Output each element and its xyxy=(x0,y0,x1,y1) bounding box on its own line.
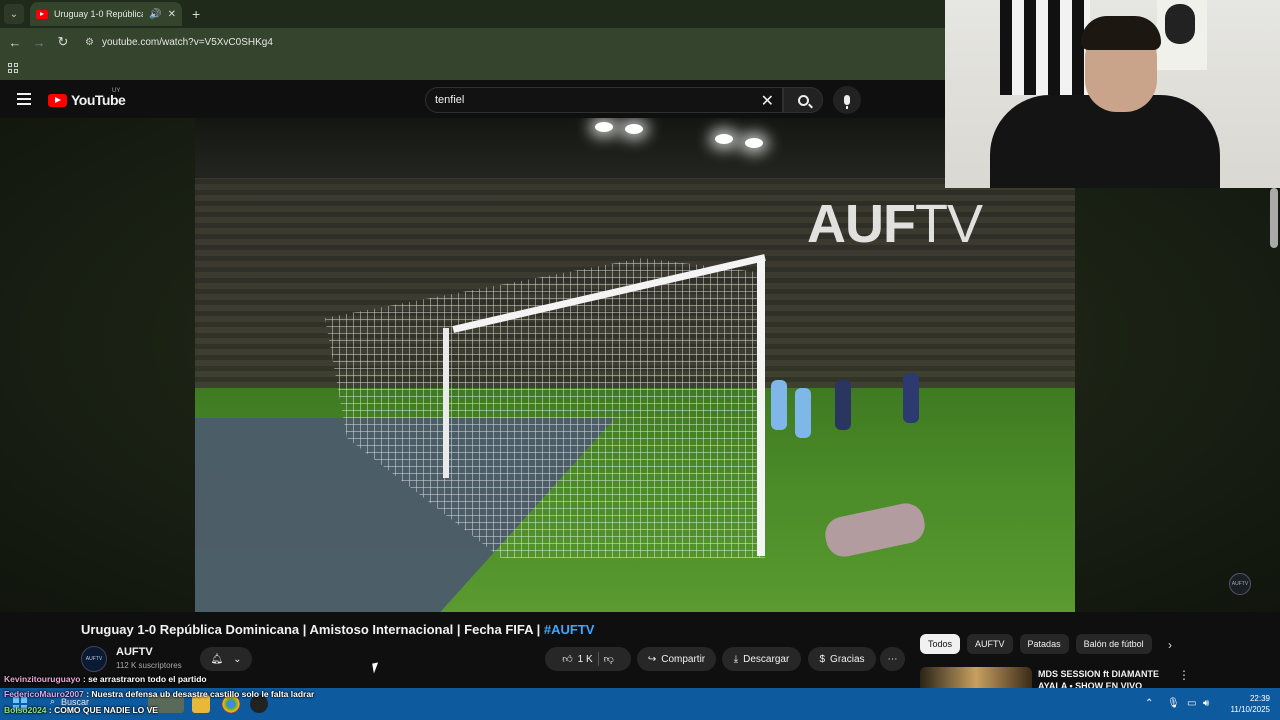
bookmarks-bar xyxy=(0,56,945,80)
apps-icon[interactable] xyxy=(8,63,18,73)
chip-patadas[interactable]: Patadas xyxy=(1019,634,1069,654)
clock-time: 22:39 xyxy=(1249,694,1270,703)
video-player-area[interactable]: AUFTV AUFTV xyxy=(0,118,1280,612)
hashtag-link[interactable]: #AUFTV xyxy=(544,622,595,637)
menu-icon[interactable] xyxy=(17,93,31,105)
chat-message: Kevinzitouruguayo : se arrastraron todo … xyxy=(4,674,207,684)
like-icon[interactable]: 👍︎ xyxy=(562,653,572,665)
tab-list-icon[interactable]: ⌄ xyxy=(4,4,24,24)
voice-search-button[interactable] xyxy=(833,86,861,114)
back-icon[interactable]: ← xyxy=(3,35,27,50)
video-frame[interactable]: AUFTV xyxy=(195,118,1075,612)
video-title: Uruguay 1-0 República Dominicana | Amist… xyxy=(81,622,594,637)
chevron-right-icon[interactable]: › xyxy=(1168,638,1172,652)
chip-balon[interactable]: Balón de fútbol xyxy=(1075,634,1152,654)
related-video-title[interactable]: MDS SESSION ft DIAMANTE AYALA • SHOW EN … xyxy=(1038,668,1168,690)
tray-expand-icon[interactable]: ⌃ xyxy=(1145,698,1153,709)
mouse-cursor-icon xyxy=(372,662,380,674)
youtube-play-icon xyxy=(48,93,67,107)
clock-date: 11/10/2025 xyxy=(1230,705,1270,714)
thanks-icon: $ xyxy=(819,653,826,665)
thanks-button[interactable]: $ Gracias xyxy=(808,647,876,671)
watermark-bold: AUF xyxy=(807,194,916,254)
screen: ⌄ Uruguay 1-0 República Dom 🔊 ✕ + ← → ↻ … xyxy=(0,0,1280,720)
notification-button[interactable]: 🔔︎ ⌄ xyxy=(200,647,252,671)
search-icon xyxy=(797,94,809,106)
bell-icon: 🔔︎ xyxy=(210,653,224,665)
related-more-icon[interactable]: ⋮ xyxy=(1178,668,1190,682)
goal-post-right xyxy=(757,258,765,556)
share-button[interactable]: ↪ Compartir xyxy=(637,647,716,671)
url-field[interactable]: ⚙ youtube.com/watch?v=V5XvC0SHKg4 xyxy=(79,31,945,53)
search-input[interactable]: tenfiel ✕ xyxy=(425,87,783,113)
chat-text: : COMO QUE NADIE LO VE xyxy=(46,705,158,715)
site-info-icon[interactable]: ⚙ xyxy=(85,37,94,48)
download-button[interactable]: ⤓ Descargar xyxy=(722,647,801,671)
auftv-watermark: AUFTV xyxy=(807,193,983,255)
channel-avatar[interactable]: AUFTV xyxy=(81,646,107,672)
thanks-label: Gracias xyxy=(830,653,865,665)
new-tab-icon[interactable]: + xyxy=(192,6,200,22)
divider xyxy=(597,652,599,666)
like-dislike-button[interactable]: 👍︎ 1 K 👎︎ xyxy=(545,647,631,671)
channel-watermark-badge[interactable]: AUFTV xyxy=(1229,573,1251,595)
chat-message: FedericoMauro2007 : Nuestra defensa ub d… xyxy=(4,689,314,699)
chip-auftv[interactable]: AUFTV xyxy=(967,634,1013,654)
browser-tab-bar: ⌄ Uruguay 1-0 República Dom 🔊 ✕ + xyxy=(0,0,945,28)
download-label: Descargar xyxy=(743,653,790,665)
download-icon: ⤓ xyxy=(733,653,739,665)
tab-title: Uruguay 1-0 República Dom xyxy=(54,9,144,19)
network-icon[interactable]: ▭ xyxy=(1187,698,1196,709)
watermark-light: TV xyxy=(914,194,983,254)
youtube-favicon-icon xyxy=(36,9,48,19)
stadium-lights xyxy=(585,118,785,158)
chip-todos[interactable]: Todos xyxy=(920,634,961,654)
browser-tab[interactable]: Uruguay 1-0 República Dom 🔊 ✕ xyxy=(30,2,182,26)
chat-text: : Nuestra defensa ub desastre castillo s… xyxy=(83,689,315,699)
url-text: youtube.com/watch?v=V5XvC0SHKg4 xyxy=(101,36,273,48)
address-bar-row: ← → ↻ ⚙ youtube.com/watch?v=V5XvC0SHKg4 xyxy=(0,28,945,56)
forward-icon[interactable]: → xyxy=(27,35,51,50)
subscriber-count: 112 K suscriptores xyxy=(116,661,182,670)
dislike-icon[interactable]: 👎︎ xyxy=(604,653,614,665)
close-tab-icon[interactable]: ✕ xyxy=(168,9,176,20)
channel-name[interactable]: AUFTV xyxy=(116,646,153,658)
video-title-text: Uruguay 1-0 República Dominicana | Amist… xyxy=(81,622,544,637)
mic-icon xyxy=(844,95,850,109)
hanging-jersey xyxy=(1000,0,1090,95)
like-count: 1 K xyxy=(577,653,593,665)
player xyxy=(795,388,811,438)
chat-message: Bolso2024 : COMO QUE NADIE LO VE xyxy=(4,705,158,715)
reload-icon[interactable]: ↻ xyxy=(51,34,75,50)
taskbar-clock[interactable]: 22:39 11/10/2025 xyxy=(1220,693,1270,715)
player xyxy=(771,380,787,430)
clear-search-icon[interactable]: ✕ xyxy=(761,91,774,111)
share-label: Compartir xyxy=(661,653,706,665)
chevron-down-icon: ⌄ xyxy=(233,653,242,665)
more-icon[interactable]: ⋯ xyxy=(880,647,905,671)
player xyxy=(835,380,851,430)
page-scrollbar[interactable] xyxy=(1270,188,1278,248)
wall-poster xyxy=(1157,0,1207,70)
streamer-webcam xyxy=(945,0,1280,188)
goal-post-left xyxy=(443,328,449,478)
streamer-hair xyxy=(1081,16,1161,50)
volume-icon[interactable]: 🔊︎ xyxy=(1203,698,1209,709)
share-icon: ↪ xyxy=(647,653,657,665)
related-filter-chips: Todos AUFTV Patadas Balón de fútbol xyxy=(920,634,1152,656)
youtube-header: YouTube UY tenfiel ✕ xyxy=(0,80,945,118)
chat-user: FedericoMauro2007 xyxy=(4,689,84,699)
player xyxy=(903,373,919,423)
search-button[interactable] xyxy=(783,87,823,113)
mic-tray-icon[interactable]: 🎙︎ xyxy=(1167,698,1180,709)
speaker-icon[interactable]: 🔊 xyxy=(149,9,161,20)
youtube-logo[interactable]: YouTube UY xyxy=(48,88,126,108)
search-value: tenfiel xyxy=(435,94,465,106)
youtube-logo-text: YouTube xyxy=(71,92,126,108)
chat-text: : se arrastraron todo el partido xyxy=(80,674,207,684)
chat-user: Bolso2024 xyxy=(4,705,47,715)
chat-user: Kevinzitouruguayo xyxy=(4,674,81,684)
country-code: UY xyxy=(112,88,121,94)
